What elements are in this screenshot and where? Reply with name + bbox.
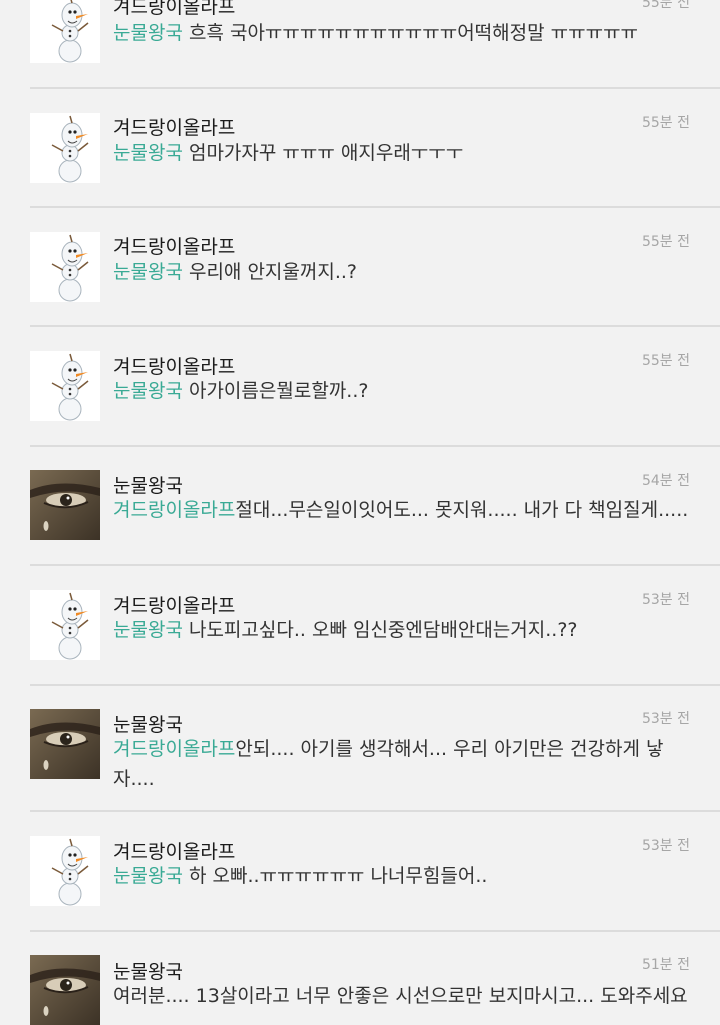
tear-avatar[interactable] xyxy=(30,955,100,1025)
comment-body: 눈물왕국 우리애 안지울꺼지..? xyxy=(113,257,693,287)
comment-time: 51분 전 xyxy=(641,957,690,973)
comment-feed: 겨드랑이올라프 55분 전 눈물왕국 흐흑 국아ㅠㅠㅠㅠㅠㅠㅠㅠㅠㅠㅠ어떡해정말… xyxy=(0,0,720,1025)
comment-text: 여러분.... 13살이라고 너무 안좋은 시선으로만 보지마시고... 도와주… xyxy=(113,985,688,1007)
divider xyxy=(30,564,720,566)
comment-time: 53분 전 xyxy=(641,711,690,727)
mention-link[interactable]: 눈물왕국 xyxy=(113,380,183,402)
comment-text: 절대...무슨일이잇어도... 못지워..... 내가 다 책임질게..... xyxy=(235,499,689,521)
comment-text: 엄마가자꾸 ㅠㅠㅠ 애지우래ㅜㅜㅜ xyxy=(182,142,464,164)
comment-author[interactable]: 눈물왕국 xyxy=(113,471,183,498)
comment-author[interactable]: 눈물왕국 xyxy=(113,957,183,984)
comment-author[interactable]: 겨드랑이올라프 xyxy=(113,0,235,19)
divider xyxy=(30,206,720,208)
comment-body: 눈물왕국 아가이름은뭘로할까..? xyxy=(113,376,693,406)
divider xyxy=(30,684,720,686)
comment-text: 흐흑 국아ㅠㅠㅠㅠㅠㅠㅠㅠㅠㅠㅠ어떡해정말 ㅠㅠㅠㅠㅠ xyxy=(182,22,639,44)
comment-time: 55분 전 xyxy=(641,115,690,131)
divider xyxy=(30,325,720,327)
comment-author[interactable]: 겨드랑이올라프 xyxy=(113,113,235,140)
olaf-avatar[interactable] xyxy=(30,351,100,421)
comment-time: 54분 전 xyxy=(641,473,690,489)
comment-author[interactable]: 겨드랑이올라프 xyxy=(113,232,235,259)
olaf-avatar[interactable] xyxy=(30,590,100,660)
comment-text: 아가이름은뭘로할까..? xyxy=(182,380,369,402)
divider xyxy=(30,87,720,89)
divider xyxy=(30,930,720,932)
mention-link[interactable]: 겨드랑이올라프 xyxy=(113,738,235,760)
comment-body: 겨드랑이올라프안되.... 아기를 생각해서... 우리 아기만은 건강하게 낳… xyxy=(113,734,693,794)
mention-link[interactable]: 겨드랑이올라프 xyxy=(113,499,235,521)
comment-author[interactable]: 겨드랑이올라프 xyxy=(113,591,235,618)
comment-time: 55분 전 xyxy=(641,0,690,11)
comment-body: 여러분.... 13살이라고 너무 안좋은 시선으로만 보지마시고... 도와주… xyxy=(113,981,693,1011)
comment-text: 하 오빠..ㅠㅠㅠㅠㅠㅠ 나너무힘들어.. xyxy=(182,865,488,887)
comment-body: 눈물왕국 엄마가자꾸 ㅠㅠㅠ 애지우래ㅜㅜㅜ xyxy=(113,138,693,168)
comment-author[interactable]: 겨드랑이올라프 xyxy=(113,352,235,379)
comment-text: 나도피고싶다.. 오빠 임신중엔담배안대는거지..?? xyxy=(182,619,578,641)
comment-body: 눈물왕국 하 오빠..ㅠㅠㅠㅠㅠㅠ 나너무힘들어.. xyxy=(113,861,693,891)
comment-author[interactable]: 겨드랑이올라프 xyxy=(113,837,235,864)
comment-text: 우리애 안지울꺼지..? xyxy=(182,261,358,283)
divider xyxy=(30,810,720,812)
comment-body: 눈물왕국 나도피고싶다.. 오빠 임신중엔담배안대는거지..?? xyxy=(113,615,693,645)
comment-body: 겨드랑이올라프절대...무슨일이잇어도... 못지워..... 내가 다 책임질… xyxy=(113,495,693,525)
comment-author[interactable]: 눈물왕국 xyxy=(113,710,183,737)
mention-link[interactable]: 눈물왕국 xyxy=(113,619,183,641)
mention-link[interactable]: 눈물왕국 xyxy=(113,865,183,887)
comment-time: 53분 전 xyxy=(641,838,690,854)
tear-avatar[interactable] xyxy=(30,709,100,779)
comment-time: 55분 전 xyxy=(641,353,690,369)
mention-link[interactable]: 눈물왕국 xyxy=(113,142,183,164)
olaf-avatar[interactable] xyxy=(30,836,100,906)
comment-body: 눈물왕국 흐흑 국아ㅠㅠㅠㅠㅠㅠㅠㅠㅠㅠㅠ어떡해정말 ㅠㅠㅠㅠㅠ xyxy=(113,18,693,48)
olaf-avatar[interactable] xyxy=(30,232,100,302)
olaf-avatar[interactable] xyxy=(30,113,100,183)
mention-link[interactable]: 눈물왕국 xyxy=(113,22,183,44)
olaf-avatar[interactable] xyxy=(30,0,100,63)
comment-time: 55분 전 xyxy=(641,234,690,250)
divider xyxy=(30,445,720,447)
tear-avatar[interactable] xyxy=(30,470,100,540)
comment-time: 53분 전 xyxy=(641,592,690,608)
mention-link[interactable]: 눈물왕국 xyxy=(113,261,183,283)
